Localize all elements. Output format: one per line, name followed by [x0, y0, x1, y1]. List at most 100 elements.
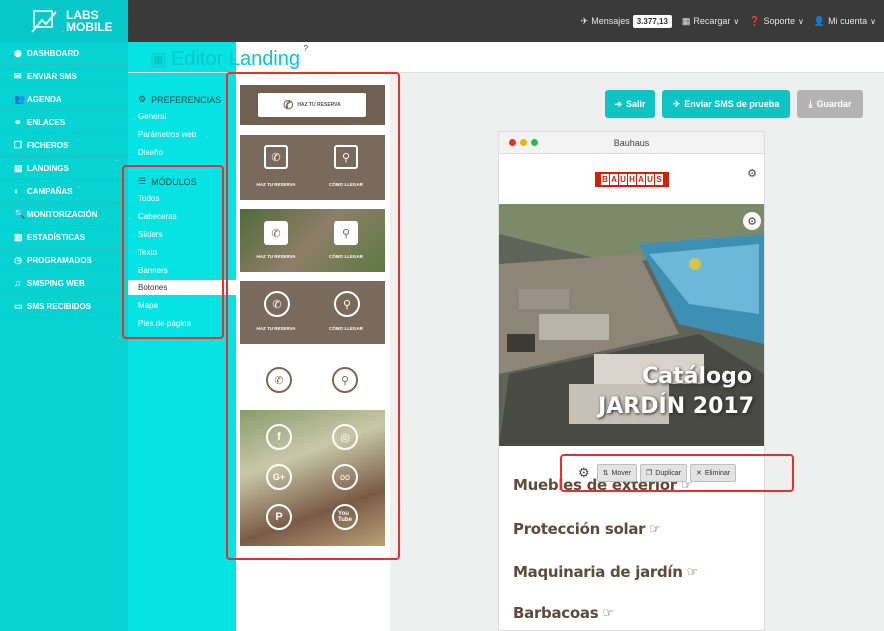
support-label: Soporte — [763, 16, 796, 26]
sidebar-item-label: PROGRAMADOS — [27, 255, 92, 265]
logo-letter: A — [637, 174, 645, 185]
logo-letter: H — [628, 174, 636, 185]
landing-icon: ▤ — [14, 162, 23, 173]
preferences-title: PREFERENCIAS — [151, 94, 222, 105]
menu-link-label: Protección solar — [513, 520, 646, 538]
sidebar-item-statistics[interactable]: ▥ ESTADÍSTICAS — [0, 226, 128, 249]
pref-link-general[interactable]: General — [138, 112, 166, 121]
pointing-hand-icon: ☞ — [602, 605, 614, 621]
hero-title-line2: JARDÍN 2017 — [598, 394, 754, 419]
pointing-hand-icon: ☞ — [686, 564, 699, 580]
dashboard-icon: ◉ — [14, 47, 22, 58]
pref-link-design[interactable]: Diseño — [138, 148, 163, 157]
top-nav: ✈ Mensajes 3.377,13 ▦ Recargar ∨ ❓ Sopor… — [581, 0, 876, 42]
chevron-down-icon: ∨ — [733, 16, 740, 26]
menu-link-barbecues[interactable]: Barbacoas ☞ — [513, 604, 614, 622]
sidebar-item-label: SMSPING WEB — [27, 278, 85, 288]
preview-window-bar: Bauhaus — [499, 132, 764, 154]
sidebar-item-received[interactable]: ▭ SMS RECIBIDOS — [0, 295, 128, 318]
exit-label: Salir — [626, 99, 646, 109]
header-settings-gear-icon[interactable]: ⚙ — [743, 164, 761, 182]
chevron-down-icon: ∨ — [798, 16, 804, 26]
sidebar-item-campaigns[interactable]: ◐ CAMPAÑAS — [0, 180, 128, 203]
sidebar-item-label: DASHBOARD — [27, 48, 79, 58]
recharge-menu[interactable]: ▦ Recargar ∨ — [682, 16, 739, 27]
highlight-block-toolbar — [560, 454, 794, 492]
sidebar-item-agenda[interactable]: 👥 AGENDA — [0, 88, 128, 111]
gear-icon: ⚙ — [138, 94, 147, 104]
menu-link-garden-machinery[interactable]: Maquinaria de jardín ☞ — [513, 563, 698, 581]
hero-title-line1: Catálogo — [642, 364, 752, 389]
sidebar-item-files[interactable]: ❐ FICHEROS — [0, 134, 128, 157]
messages-label: Mensajes — [591, 16, 630, 26]
send-test-sms-button[interactable]: ✈ Enviar SMS de prueba — [662, 90, 790, 118]
menu-link-label: Maquinaria de jardín — [513, 563, 683, 581]
sidebar-item-label: SMS RECIBIDOS — [27, 301, 92, 311]
bar-chart-icon: ▥ — [14, 231, 23, 242]
landing-editor-icon: ▣ — [150, 49, 168, 69]
preview-window-title: Bauhaus — [613, 138, 650, 148]
help-icon[interactable]: ? — [304, 44, 308, 53]
account-label: Mi cuenta — [828, 16, 868, 26]
sidebar-item-label: AGENDA — [27, 94, 62, 104]
sidebar-item-label: LANDINGS — [27, 163, 69, 173]
sidebar-item-dashboard[interactable]: ◉ DASHBOARD — [0, 42, 128, 65]
highlight-modules-menu — [122, 165, 224, 339]
sidebar-item-label: ENLACES — [27, 117, 66, 127]
messages-menu[interactable]: ✈ Mensajes 3.377,13 — [580, 14, 672, 28]
logo-letter: U — [619, 174, 627, 185]
sidebar-item-scheduled[interactable]: ◷ PROGRAMADOS — [0, 249, 128, 272]
sidebar-item-landings[interactable]: ▤ LANDINGS — [0, 157, 128, 180]
preferences-heading: ⚙ PREFERENCIAS — [138, 94, 221, 105]
chevron-down-icon: ∨ — [870, 16, 876, 26]
hero-image: ⚙ Catálogo JARDÍN 2017 — [499, 204, 764, 446]
bell-icon: ♫ — [14, 278, 21, 288]
menu-link-sun-protection[interactable]: Protección solar ☞ — [513, 520, 661, 538]
files-icon: ❐ — [14, 139, 23, 150]
sidebar-item-label: CAMPAÑAS — [27, 186, 73, 196]
clock-icon: ◷ — [14, 254, 22, 265]
sidebar-item-smsping[interactable]: ♫ SMSPING WEB — [0, 272, 128, 295]
logo-letter: A — [610, 174, 618, 185]
recharge-label: Recargar — [693, 16, 731, 26]
envelope-icon: ✉ — [14, 70, 22, 81]
download-icon: ⤓ — [808, 98, 813, 109]
sidebar-item-links[interactable]: ⚭ ENLACES — [0, 111, 128, 134]
brand-logo[interactable]: LABS MOBILE — [0, 0, 128, 42]
logo-letter: B — [601, 174, 609, 185]
menu-link-label: Barbacoas — [513, 604, 599, 622]
search-icon: 🔍 — [14, 208, 26, 219]
brand-line2: MOBILE — [66, 20, 113, 34]
sidebar-item-label: ESTADÍSTICAS — [27, 232, 86, 242]
sidebar-item-label: MONITORIZACIÓN — [27, 209, 98, 219]
main-sidebar: ◉ DASHBOARD ✉ ENVIAR SMS 👥 AGENDA ⚭ ENLACES … — [0, 42, 128, 631]
labsmobile-logo-icon — [31, 10, 57, 33]
landing-preview-window: Bauhaus B A U H A U S ⚙ ⚙ Catálogo JARDÍ… — [498, 131, 765, 631]
sidebar-item-label: ENVIAR SMS — [27, 71, 77, 81]
pref-link-web-params[interactable]: Parámetros web — [138, 130, 196, 139]
campaign-icon: ◐ — [14, 186, 20, 196]
brand-name: LABS MOBILE — [66, 9, 113, 33]
sidebar-item-send-sms[interactable]: ✉ ENVIAR SMS — [0, 65, 128, 88]
messages-count-badge: 3.377,13 — [632, 14, 672, 28]
sidebar-item-monitoring[interactable]: 🔍 MONITORIZACIÓN — [0, 203, 128, 226]
user-icon: 👤 — [813, 15, 826, 26]
inbox-icon: ▭ — [14, 300, 23, 311]
top-bar: LABS MOBILE ✈ Mensajes 3.377,13 ▦ Recarg… — [0, 0, 884, 42]
highlight-modules-list — [226, 72, 400, 560]
hero-settings-gear-icon[interactable]: ⚙ — [743, 212, 761, 230]
question-circle-icon: ❓ — [749, 15, 761, 26]
page-title-text: Editor Landing — [171, 48, 300, 70]
exit-button[interactable]: ➜ Salir — [605, 90, 655, 118]
save-button[interactable]: ⤓ Guardar — [797, 90, 863, 118]
send-test-label: Enviar SMS de prueba — [684, 99, 780, 109]
account-menu[interactable]: 👤 Mi cuenta ∨ — [814, 16, 876, 27]
paper-plane-icon: ✈ — [672, 98, 681, 109]
support-menu[interactable]: ❓ Soporte ∨ — [749, 16, 804, 27]
save-label: Guardar — [816, 99, 852, 109]
users-icon: 👥 — [14, 93, 26, 104]
sidebar-item-label: FICHEROS — [27, 140, 69, 150]
logo-letter: S — [655, 174, 663, 185]
paper-plane-icon: ✈ — [580, 15, 589, 26]
exit-circle-icon: ➜ — [614, 98, 623, 109]
